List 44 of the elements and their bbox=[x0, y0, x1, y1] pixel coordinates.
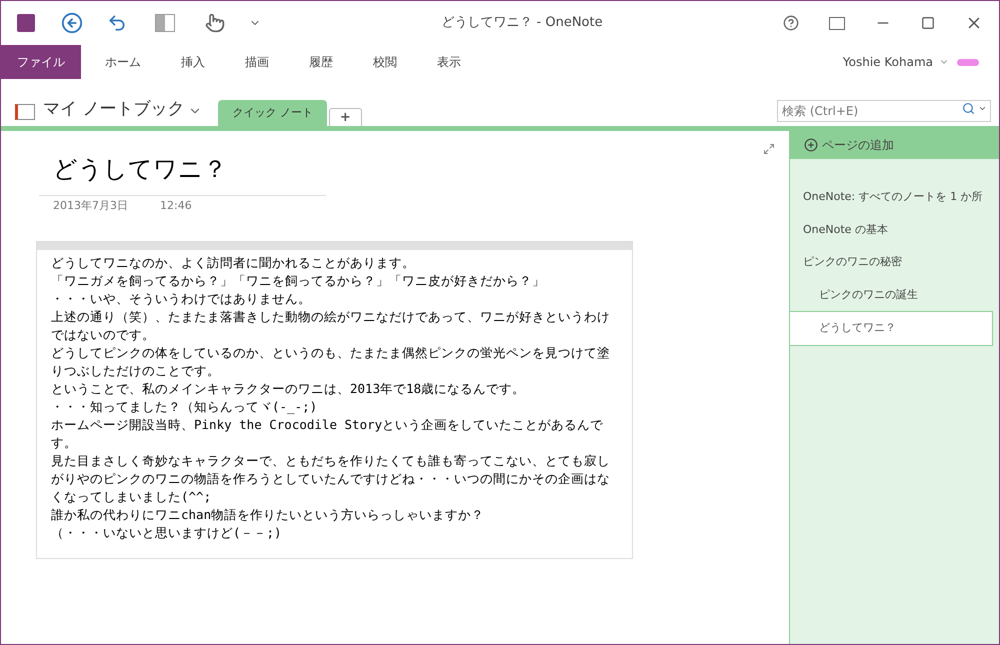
note-paragraph[interactable]: （・・・いないと思いますけど(－－;) bbox=[51, 524, 618, 542]
page-item[interactable]: ピンクのワニの誕生 bbox=[790, 278, 999, 311]
notebook-icon bbox=[15, 104, 35, 120]
help-icon[interactable] bbox=[783, 15, 799, 31]
caret-icon[interactable] bbox=[978, 104, 987, 113]
page-item[interactable]: OneNote の基本 bbox=[790, 214, 999, 246]
undo-icon[interactable] bbox=[107, 13, 127, 33]
ribbon-tab[interactable]: ホーム bbox=[89, 45, 157, 79]
note-paragraph[interactable]: どうしてワニなのか、よく訪問者に聞かれることがあります。 bbox=[51, 254, 618, 272]
page-item[interactable]: ピンクのワニの秘密 bbox=[790, 246, 999, 278]
page-item[interactable]: どうしてワニ？ bbox=[789, 311, 993, 346]
ribbon-tab[interactable]: 描画 bbox=[229, 45, 285, 79]
page-item[interactable]: OneNote: すべてのノートを 1 か所 bbox=[790, 181, 999, 214]
ribbon-tab[interactable]: 表示 bbox=[421, 45, 477, 79]
note-paragraph[interactable]: 誰か私の代わりにワニchan物語を作りたいという方いらっしゃいますか？ bbox=[51, 506, 618, 524]
page-date: 2013年7月3日 bbox=[53, 198, 128, 214]
search-icon[interactable] bbox=[962, 102, 975, 115]
section-tab[interactable]: クイック ノート bbox=[218, 100, 327, 126]
add-page-button[interactable]: ページの追加 bbox=[790, 131, 999, 159]
back-icon[interactable] bbox=[61, 12, 83, 34]
ribbon-tab[interactable]: ファイル bbox=[1, 45, 81, 79]
dock-icon[interactable] bbox=[155, 14, 175, 32]
window-title: どうしてワニ？ - OneNote bbox=[441, 14, 603, 32]
note-paragraph[interactable]: 「ワニガメを飼ってるから？」「ワニを飼ってるから？」「ワニ皮が好きだから？」 bbox=[51, 272, 618, 290]
page-title[interactable]: どうしてワニ？ bbox=[53, 155, 227, 183]
search-field[interactable]: 検索 (Ctrl+E) bbox=[777, 100, 991, 122]
user-name[interactable]: Yoshie Kohama bbox=[842, 53, 933, 71]
note-paragraph[interactable]: ・・・いや、そういうわけではありません。 bbox=[51, 290, 618, 308]
note-paragraph[interactable]: ホームページ開設当時、Pinky the Crocodile Storyという企画をしていたことがあるんです。 bbox=[51, 416, 618, 452]
ribbon-tab[interactable]: 挿入 bbox=[165, 45, 221, 79]
page-time: 12:46 bbox=[160, 198, 192, 214]
maximize-icon[interactable] bbox=[921, 16, 935, 30]
ribbon-tab[interactable]: 校閲 bbox=[357, 45, 413, 79]
ribbon-tab[interactable]: 履歴 bbox=[293, 45, 349, 79]
plus-icon bbox=[804, 138, 818, 152]
note-paragraph[interactable]: 見た目まさしく奇妙なキャラクターで、ともだちを作りたくても誰も寄ってこない、とても寂しがりやのピンクのワニの物語を作ろうとしていたんですけどね・・・いつの間にかその企画はなくなってしまいました(^^; bbox=[51, 452, 618, 506]
note-paragraph[interactable]: ということで、私のメインキャラクターのワニは、2013年で18歳になるんです。 bbox=[51, 380, 618, 398]
note-paragraph[interactable]: ・・・知ってました？（知らんってヾ(-_-;) bbox=[51, 398, 618, 416]
container-handle[interactable] bbox=[37, 242, 632, 250]
note-paragraph[interactable]: どうしてピンクの体をしているのか、というのも、たまたま偶然ピンクの蛍光ペンを見つけて塗りつぶしただけのことです。 bbox=[51, 344, 618, 380]
touch-icon[interactable] bbox=[205, 13, 225, 33]
note-paragraph[interactable]: 上述の通り（笑）、たまたま落書きした動物の絵がワニなだけであって、ワニが好きというわけではないのです。 bbox=[51, 308, 618, 344]
expand-icon[interactable] bbox=[763, 143, 775, 155]
notebook-name[interactable]: マイ ノートブック bbox=[43, 96, 184, 122]
